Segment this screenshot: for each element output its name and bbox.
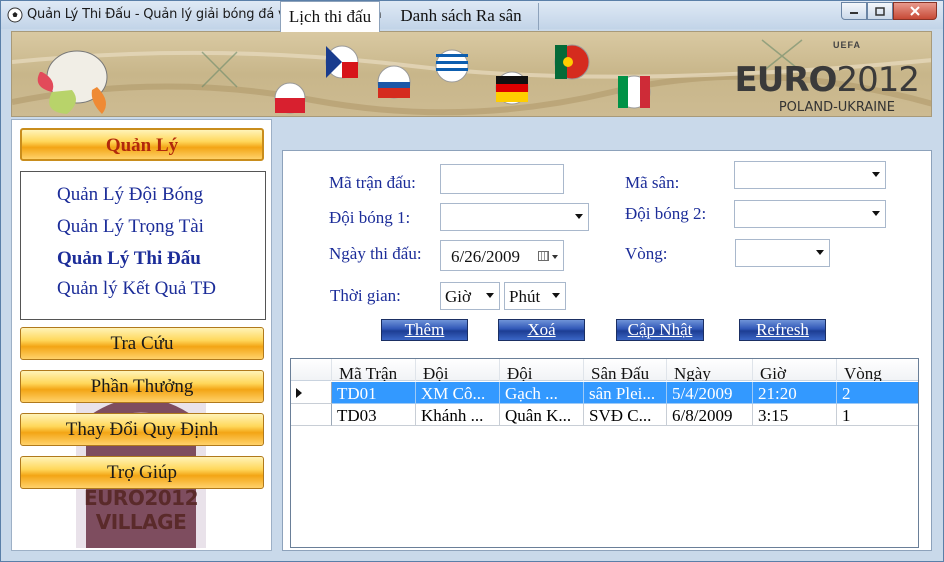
village-line1: EURO2012 [84, 486, 198, 510]
grid-header: Mã Trận Đội Đội Sân Đấu Ngày Giờ Vòng [291, 359, 918, 381]
menu-item-thi-dau[interactable]: Quản Lý Thi Đấu [57, 248, 201, 270]
cell-vong[interactable]: 2 [837, 382, 918, 404]
vong-select[interactable] [735, 239, 830, 267]
chevron-down-icon [872, 172, 880, 177]
gio-value: Giờ [445, 287, 471, 306]
close-icon [910, 6, 920, 16]
column-header-vong[interactable]: Vòng [837, 359, 918, 381]
host-countries: POLAND-UKRAINE [778, 100, 895, 115]
them-label: Thêm [404, 320, 445, 339]
brand-year: 2012 [836, 60, 920, 100]
cell-doi-2[interactable]: Gạch ... [500, 382, 584, 404]
cell-vong[interactable]: 1 [837, 404, 918, 426]
cap-nhat-label: Cập Nhật [627, 320, 693, 339]
cell-ma-tran[interactable]: TD01 [332, 382, 416, 404]
sidebar-thaydoi-button[interactable]: Thay Đổi Quy Định [20, 413, 264, 446]
column-header-ma-tran[interactable]: Mã Trận [332, 359, 416, 381]
euro-village-logo: EURO2012 VILLAGE [78, 486, 204, 542]
phut-select[interactable]: Phút [504, 282, 566, 310]
gio-select[interactable]: Giờ [440, 282, 500, 310]
cell-ngay[interactable]: 5/4/2009 [667, 382, 753, 404]
ma-san-select[interactable] [734, 161, 886, 189]
doi-bong-2-select[interactable] [734, 200, 886, 228]
cell-doi-1[interactable]: Khánh ... [416, 404, 500, 426]
them-button[interactable]: Thêm [381, 319, 468, 341]
cell-san-dau[interactable]: SVĐ C... [584, 404, 667, 426]
menu-item-doi-bong[interactable]: Quản Lý Đội Bóng [57, 184, 203, 206]
column-header-san-dau[interactable]: Sân Đấu [584, 359, 667, 381]
cell-gio[interactable]: 3:15 [753, 404, 837, 426]
euro2012-banner: UEFA EURO2012 POLAND-UKRAINE [11, 31, 932, 117]
refresh-button[interactable]: Refresh [739, 319, 826, 341]
cell-ma-tran[interactable]: TD03 [332, 404, 416, 426]
thoi-gian-label: Thời gian: [330, 286, 401, 305]
column-header-doi-1[interactable]: Đội [416, 359, 500, 381]
refresh-label: Refresh [756, 320, 809, 339]
maximize-icon [875, 6, 885, 16]
ma-tran-dau-label: Mã trận đấu: [329, 173, 416, 192]
calendar-icon[interactable] [538, 251, 549, 261]
ma-tran-dau-input[interactable] [440, 164, 564, 194]
chevron-down-icon [816, 250, 824, 255]
cell-san-dau[interactable]: sân Plei... [584, 382, 667, 404]
column-header-ngay[interactable]: Ngày [667, 359, 753, 381]
sidebar-group-quanly[interactable]: Quản Lý [20, 128, 264, 161]
ngay-thi-dau-datepicker[interactable]: 6/26/2009 [440, 240, 564, 271]
cell-gio[interactable]: 21:20 [753, 382, 837, 404]
cell-doi-1[interactable]: XM Cô... [416, 382, 500, 404]
doi-bong-2-label: Đội bóng 2: [625, 204, 707, 223]
chevron-down-icon [552, 293, 560, 298]
chevron-down-icon [575, 214, 583, 219]
current-row-pointer-icon [296, 388, 302, 398]
sidebar-phanthuong-button[interactable]: Phần Thưởng [20, 370, 264, 403]
brand-word: EURO [734, 60, 838, 100]
sidebar-tracuu-button[interactable]: Tra Cứu [20, 327, 264, 360]
close-button[interactable] [893, 2, 937, 20]
maximize-button[interactable] [867, 2, 893, 20]
cap-nhat-button[interactable]: Cập Nhật [616, 319, 704, 341]
cell-ngay[interactable]: 6/8/2009 [667, 404, 753, 426]
tab-danh-sach-ra-san[interactable]: Danh sách Ra sân [384, 3, 539, 30]
app-window: Quản Lý Thi Đấu - Quản lý giải bóng đá v… [0, 0, 944, 562]
cell-doi-2[interactable]: Quân K... [500, 404, 584, 426]
menu-item-trong-tai[interactable]: Quản Lý Trọng Tài [57, 216, 204, 238]
phut-value: Phút [509, 287, 541, 306]
uefa-label: UEFA [832, 40, 861, 50]
vong-label: Vòng: [625, 244, 668, 263]
chevron-down-icon[interactable] [552, 255, 558, 259]
ma-san-label: Mã sân: [625, 173, 680, 192]
ngay-thi-dau-label: Ngày thi đấu: [329, 244, 422, 263]
doi-bong-1-select[interactable] [440, 203, 589, 231]
sidebar: Quản Lý Quản Lý Đội Bóng Quản Lý Trọng T… [11, 119, 272, 551]
chevron-down-icon [486, 293, 494, 298]
chevron-down-icon [872, 211, 880, 216]
minimize-button[interactable] [841, 2, 867, 20]
lich-thi-dau-grid[interactable]: Mã Trận Đội Đội Sân Đấu Ngày Giờ Vòng TD… [290, 358, 919, 548]
menu-item-ket-qua[interactable]: Quản lý Kết Quả TĐ [57, 278, 216, 300]
row-selector[interactable] [291, 382, 332, 404]
ngay-thi-dau-value: 6/26/2009 [451, 247, 520, 266]
tab-lich-thi-dau[interactable]: Lịch thi đấu [280, 1, 380, 32]
xoa-label: Xoá [527, 320, 556, 339]
xoa-button[interactable]: Xoá [498, 319, 585, 341]
village-line2: VILLAGE [95, 510, 187, 534]
euro-logo-text: EURO2012 [734, 60, 920, 100]
soccer-ball-icon [7, 7, 23, 23]
grid-corner-header [291, 359, 332, 381]
quanly-menu: Quản Lý Đội Bóng Quản Lý Trọng Tài Quản … [20, 171, 266, 320]
column-header-doi-2[interactable]: Đội [500, 359, 584, 381]
doi-bong-1-label: Đội bóng 1: [329, 208, 411, 227]
sidebar-trogiup-button[interactable]: Trợ Giúp [20, 456, 264, 489]
row-selector[interactable] [291, 404, 332, 426]
minimize-icon [850, 12, 858, 14]
column-header-gio[interactable]: Giờ [753, 359, 837, 381]
